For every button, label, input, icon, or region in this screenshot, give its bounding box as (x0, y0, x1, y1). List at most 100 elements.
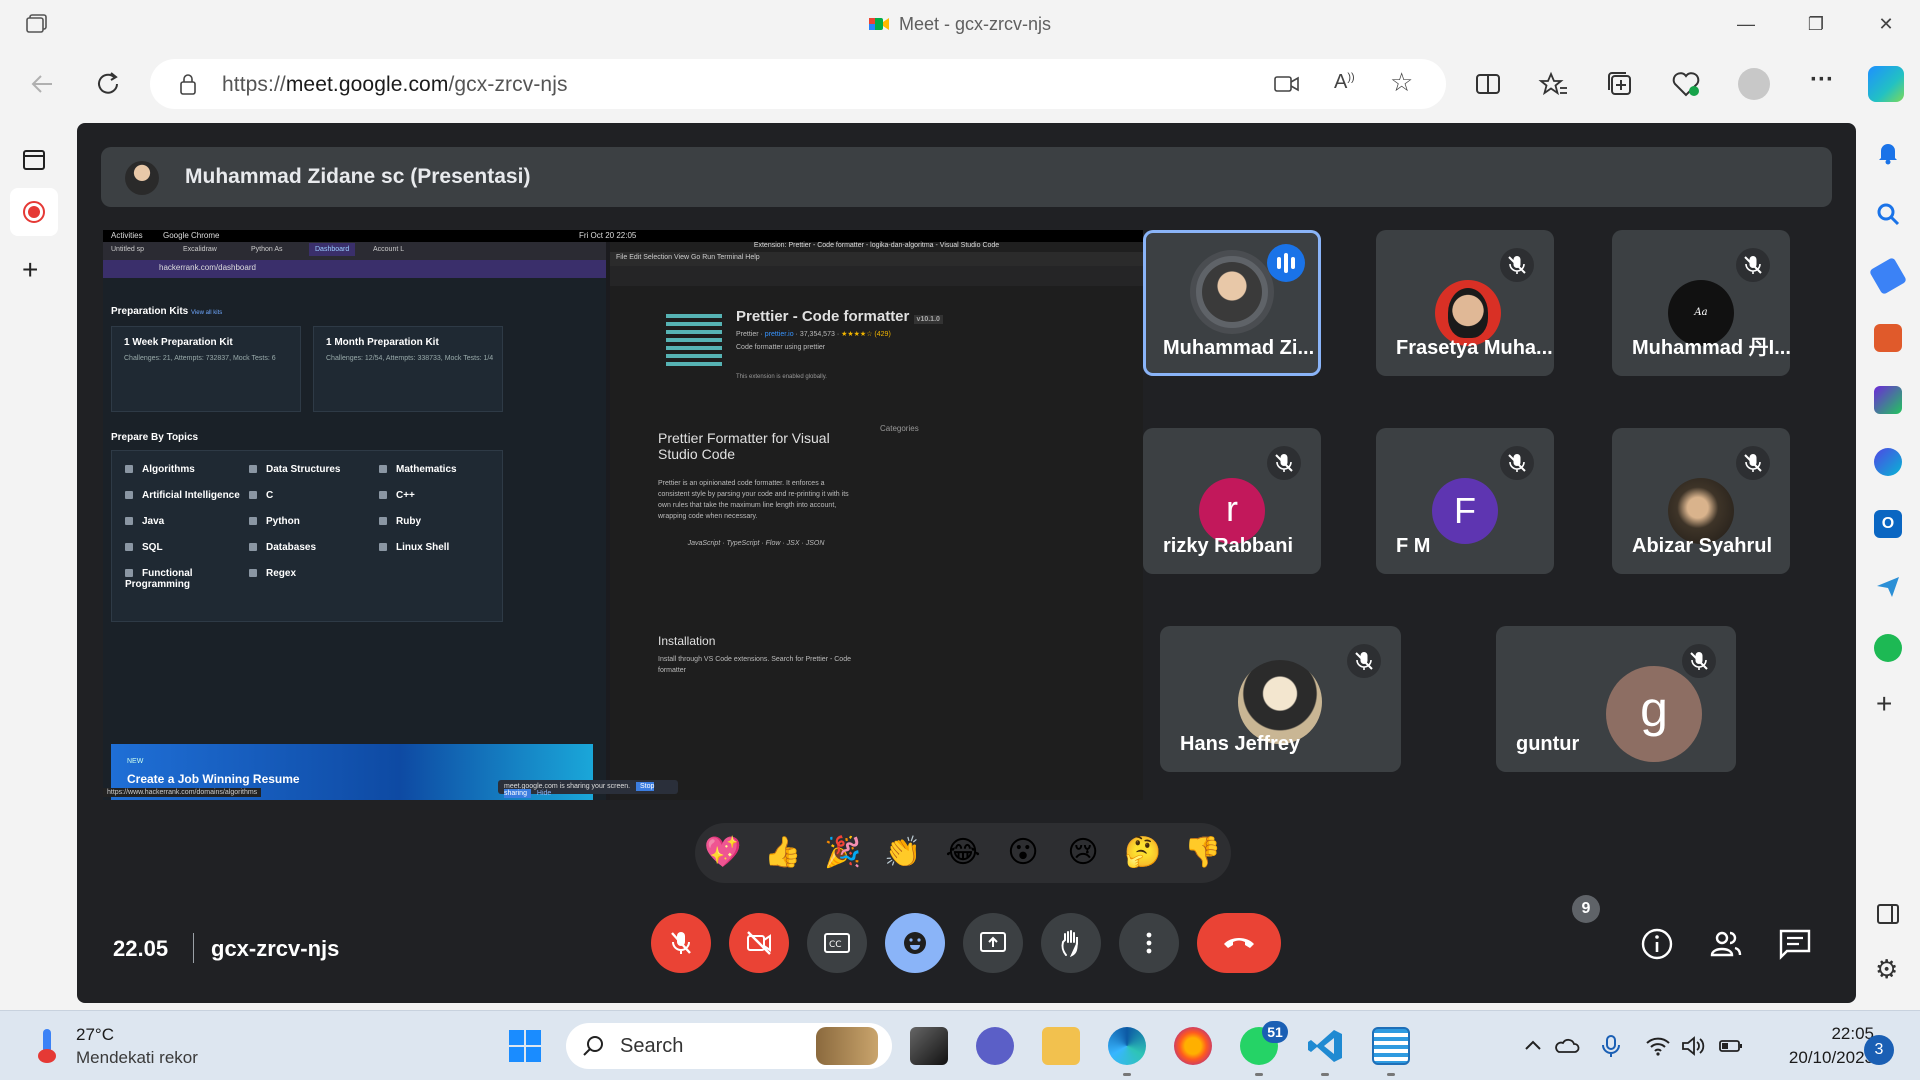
reaction-party-button[interactable]: 🎉 (821, 831, 865, 875)
edge-icon[interactable] (1108, 1027, 1146, 1065)
restore-button[interactable]: ❐ (1804, 12, 1828, 36)
raise-hand-icon (1061, 930, 1078, 958)
taskbar-clock-date[interactable]: 20/10/2023 (1764, 1048, 1874, 1068)
favorite-star-icon[interactable]: ☆ (1390, 67, 1413, 98)
participant-tile[interactable]: Abizar Syahrul (1612, 428, 1790, 574)
reaction-heart-button[interactable]: 💖 (701, 831, 745, 875)
participant-tile[interactable]: Aa Muhammad 丹I... (1612, 230, 1790, 376)
reactions-button[interactable] (885, 913, 945, 973)
wifi-icon[interactable] (1645, 1033, 1671, 1059)
topic-item: Linux Shell (379, 542, 449, 553)
reaction-clap-button[interactable]: 👏 (881, 831, 925, 875)
reaction-thumbs-up-button[interactable]: 👍 (761, 831, 805, 875)
participant-name: Muhammad 丹I... (1632, 337, 1790, 359)
kit-stats: Challenges: 12/54, Attempts: 338733, Moc… (326, 355, 494, 362)
onedrive-icon[interactable] (1554, 1033, 1580, 1059)
tab-panel-icon[interactable] (22, 148, 46, 172)
close-window-button[interactable]: ✕ (1874, 12, 1898, 36)
more-options-button[interactable] (1119, 913, 1179, 973)
browser-essentials-icon[interactable] (1670, 68, 1702, 100)
participant-name: F M (1396, 535, 1431, 557)
hide-link: Hide (536, 790, 552, 797)
favorites-icon[interactable] (1538, 68, 1570, 100)
more-menu-icon[interactable]: ··· (1810, 66, 1834, 94)
profile-avatar[interactable] (1738, 68, 1770, 100)
reaction-sad-button[interactable]: 😢 (1061, 831, 1105, 875)
sidebar-settings-icon[interactable]: ⚙ (1875, 954, 1898, 985)
reaction-surprised-button[interactable]: 😮 (1001, 831, 1045, 875)
people-icon[interactable] (1708, 926, 1744, 962)
topic-item: Artificial Intelligence (125, 490, 240, 501)
installation-text: Install through VS Code extensions. Sear… (658, 656, 851, 674)
tray-overflow-icon[interactable] (1520, 1033, 1546, 1059)
captions-button[interactable]: CC (807, 913, 867, 973)
send-drop-icon[interactable] (1874, 572, 1902, 600)
microphone-tray-icon[interactable] (1598, 1033, 1624, 1059)
notifications-bell-icon[interactable] (1874, 138, 1902, 166)
file-explorer-icon[interactable] (1042, 1027, 1080, 1065)
presenter-name: Muhammad Zidane sc (Presentasi) (185, 165, 531, 188)
reaction-laugh-button[interactable]: 😂 (941, 831, 985, 875)
chat-icon[interactable] (1777, 926, 1813, 962)
shopping-tag-icon[interactable] (1868, 256, 1908, 296)
new-tab-icon[interactable]: + (22, 254, 38, 286)
edge-sidebar: O + ⚙ (1856, 120, 1920, 1010)
windows-taskbar: 27°C Mendekati rekor Search 51 22:05 20/… (0, 1010, 1920, 1080)
spotify-icon[interactable] (1874, 634, 1902, 662)
weather-description[interactable]: Mendekati rekor (76, 1048, 198, 1068)
kit-stats: Challenges: 21, Attempts: 732837, Mock T… (124, 355, 276, 362)
microsoft-365-icon[interactable] (1874, 448, 1902, 476)
battery-icon[interactable] (1718, 1033, 1744, 1059)
weather-thermometer-icon[interactable] (34, 1029, 60, 1063)
camera-permission-icon[interactable] (1274, 73, 1300, 95)
installation-heading: Installation (658, 634, 716, 648)
shared-tab: Untitled sp (111, 246, 145, 253)
search-placeholder: Search (620, 1035, 684, 1057)
meeting-details-icon[interactable] (1639, 926, 1675, 962)
mic-toggle-button[interactable] (651, 913, 711, 973)
status-url: https://www.hackerrank.com/domains/algor… (103, 788, 262, 797)
task-view-icon[interactable] (910, 1027, 948, 1065)
address-bar[interactable]: https://meet.google.com/gcx-zrcv-njs A))… (150, 59, 1446, 109)
refresh-icon[interactable] (92, 68, 124, 100)
notification-count-badge[interactable]: 3 (1864, 1035, 1894, 1065)
volume-icon[interactable] (1680, 1033, 1706, 1059)
muted-mic-icon (1682, 644, 1716, 678)
participant-tile[interactable]: Hans Jeffrey (1160, 626, 1401, 772)
weather-temperature[interactable]: 27°C (76, 1025, 114, 1045)
split-screen-icon[interactable] (1472, 68, 1504, 100)
read-aloud-icon[interactable]: A)) (1334, 71, 1355, 94)
present-screen-button[interactable] (963, 913, 1023, 973)
outlook-icon[interactable]: O (1874, 510, 1902, 538)
camera-toggle-button[interactable] (729, 913, 789, 973)
copilot-icon[interactable] (1868, 66, 1904, 102)
tools-briefcase-icon[interactable] (1874, 324, 1902, 352)
windows-start-icon[interactable] (508, 1029, 542, 1063)
browser-title-bar: Meet - gcx-zrcv-njs — ❐ ✕ (0, 0, 1920, 48)
participant-tile[interactable]: r rizky Rabbani (1143, 428, 1321, 574)
lock-icon[interactable] (178, 73, 198, 95)
search-sidebar-icon[interactable] (1874, 200, 1902, 228)
back-icon[interactable] (26, 68, 58, 100)
raise-hand-button[interactable] (1041, 913, 1101, 973)
collections-icon[interactable] (1604, 68, 1636, 100)
participant-tile[interactable]: Frasetya Muha... (1376, 230, 1554, 376)
teams-chat-icon[interactable] (976, 1027, 1014, 1065)
participant-tile[interactable]: g guntur (1496, 626, 1736, 772)
participant-tile[interactable]: Muhammad Zi... (1143, 230, 1321, 376)
minimize-button[interactable]: — (1734, 12, 1758, 36)
games-icon[interactable] (1874, 386, 1902, 414)
notepad-icon[interactable] (1372, 1027, 1410, 1065)
add-sidebar-app-icon[interactable]: + (1876, 688, 1892, 720)
shared-tab: Account L (373, 246, 405, 253)
vscode-icon[interactable] (1306, 1027, 1344, 1065)
hide-sidebar-icon[interactable] (1874, 900, 1902, 928)
reaction-thumbs-down-button[interactable]: 👎 (1181, 831, 1225, 875)
participant-tile[interactable]: F F M (1376, 428, 1554, 574)
taskbar-search-box[interactable]: Search (566, 1023, 892, 1069)
firefox-icon[interactable] (1174, 1027, 1212, 1065)
tab-recording[interactable] (10, 188, 58, 236)
reaction-thinking-button[interactable]: 🤔 (1121, 831, 1165, 875)
leave-call-button[interactable] (1197, 913, 1281, 973)
taskbar-clock-time[interactable]: 22:05 (1808, 1024, 1874, 1044)
